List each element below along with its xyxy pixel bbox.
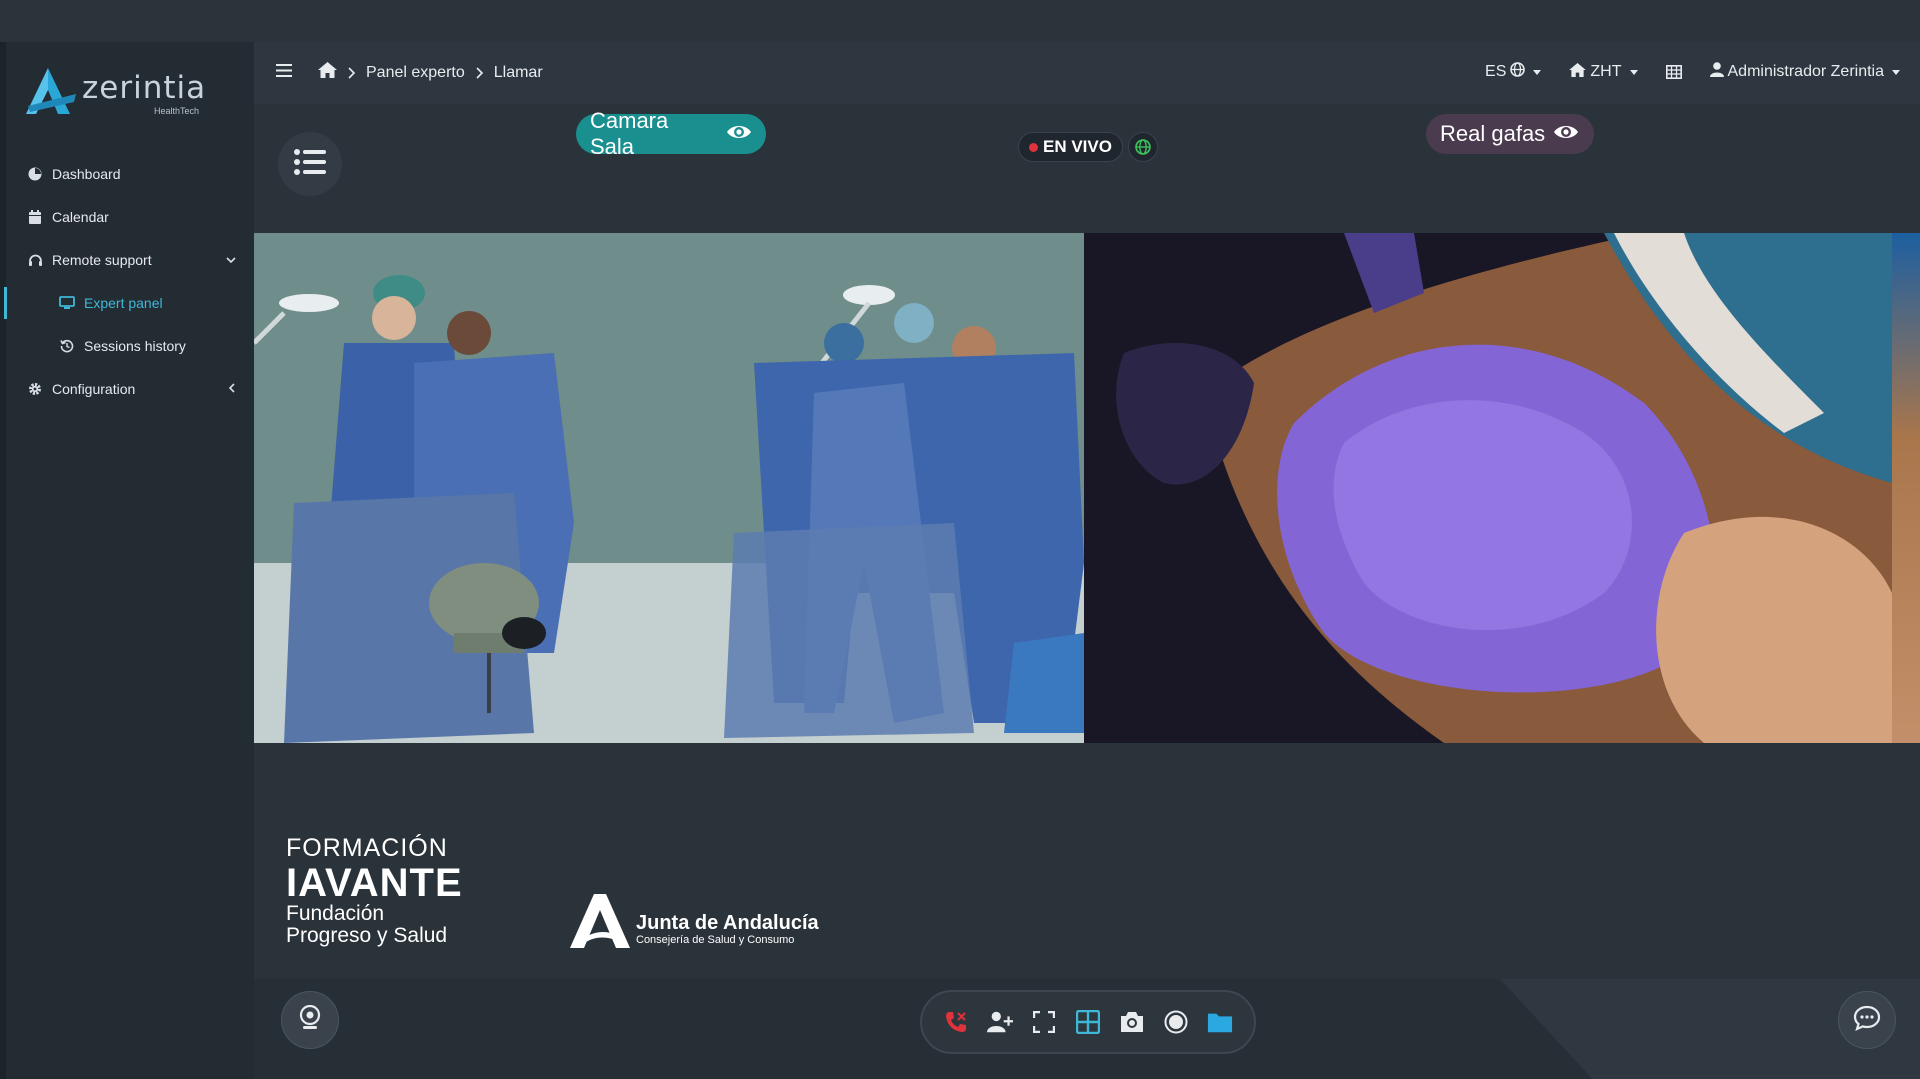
call-toolbar	[920, 990, 1256, 1054]
layout-grid-icon[interactable]	[1075, 1009, 1101, 1035]
sidebar-item-sessions-history[interactable]: Sessions history	[6, 324, 254, 367]
junta-title: Junta de Andalucía	[636, 912, 819, 934]
calendar-icon	[26, 208, 44, 226]
top-header: Panel experto Llamar ES ZHT Administrado…	[254, 42, 1920, 104]
history-icon	[58, 337, 76, 355]
webcam-button[interactable]	[281, 991, 339, 1049]
hang-up-icon[interactable]	[943, 1009, 969, 1035]
monitor-icon	[58, 294, 76, 312]
junta-a-logo-icon	[570, 894, 630, 948]
user-name: Administrador Zerintia	[1727, 63, 1885, 80]
iavante-logo: FORMACIÓN IAVANTE Fundación Progreso y S…	[286, 834, 463, 947]
chevron-left-icon	[228, 380, 236, 396]
zerintia-logo-icon	[26, 68, 76, 114]
junta-andalucia-logo: Junta de Andalucía Consejería de Salud y…	[570, 894, 819, 948]
menu-toggle-icon[interactable]	[276, 64, 292, 82]
sidebar-item-remote-support[interactable]: Remote support	[6, 238, 254, 281]
header-actions: ES ZHT Administrador Zerintia	[1485, 62, 1900, 82]
globe-icon	[1510, 62, 1526, 82]
top-strip	[0, 0, 1920, 42]
sidebar-item-label: Expert panel	[84, 294, 163, 311]
stream-label-camara-sala[interactable]: Camara Sala	[576, 108, 766, 159]
stream-label-text: Real gafas	[1440, 121, 1546, 146]
user-menu[interactable]: Administrador Zerintia	[1709, 62, 1900, 82]
caret-down-icon	[1533, 69, 1542, 75]
sidebar-item-calendar[interactable]: Calendar	[6, 195, 254, 238]
home-icon	[1569, 62, 1587, 82]
iavante-line3: Fundación	[286, 902, 385, 925]
stream-label-real-gafas[interactable]: Real gafas	[1426, 114, 1594, 154]
sidebar-item-label: Dashboard	[52, 165, 121, 182]
sidebar-item-label: Remote support	[52, 251, 152, 268]
breadcrumb: Panel experto Llamar	[318, 62, 543, 83]
chevron-right-icon	[348, 66, 355, 79]
logo-name: zerintia	[82, 70, 207, 106]
eye-icon	[1553, 121, 1579, 147]
video-feed-real-gafas[interactable]	[1084, 233, 1892, 743]
caret-down-icon	[1892, 69, 1900, 75]
iavante-line4: Progreso y Salud	[286, 924, 448, 947]
live-indicator: EN VIVO	[1018, 132, 1123, 162]
list-icon	[294, 148, 326, 180]
breadcrumb-current: Llamar	[493, 63, 543, 81]
chevron-down-icon	[226, 251, 236, 267]
site-label: ZHT	[1590, 63, 1622, 80]
folder-icon[interactable]	[1207, 1009, 1233, 1035]
webcam-icon	[299, 1004, 321, 1036]
caret-down-icon	[1629, 69, 1638, 75]
iavante-line2: IAVANTE	[286, 861, 463, 905]
participants-list-button[interactable]	[278, 132, 342, 196]
sidebar-item-label: Configuration	[52, 380, 136, 397]
add-user-icon[interactable]	[987, 1009, 1013, 1035]
grid-table-icon[interactable]	[1665, 65, 1682, 79]
sidebar-item-expert-panel[interactable]: Expert panel	[4, 281, 254, 324]
record-icon[interactable]	[1163, 1009, 1189, 1035]
sidebar-item-configuration[interactable]: Configuration	[6, 367, 254, 410]
sidebar: zerintia HealthTech Dashboard Calendar R…	[0, 42, 254, 1079]
breadcrumb-link-panel-experto[interactable]: Panel experto	[366, 64, 465, 82]
video-feed-camara-sala[interactable]	[254, 233, 1084, 743]
live-dot-icon	[1029, 142, 1038, 152]
operating-room-video-image	[254, 233, 1084, 743]
camera-snapshot-icon[interactable]	[1119, 1009, 1145, 1035]
site-dropdown[interactable]: ZHT	[1569, 62, 1638, 82]
chat-button[interactable]	[1838, 991, 1896, 1049]
live-label: EN VIVO	[1043, 137, 1112, 156]
sidebar-item-dashboard[interactable]: Dashboard	[6, 152, 254, 195]
language-label: ES	[1485, 63, 1507, 80]
iavante-line1: FORMACIÓN	[286, 834, 448, 862]
headset-icon	[26, 251, 44, 269]
home-icon[interactable]	[318, 62, 337, 83]
language-dropdown[interactable]: ES	[1485, 62, 1542, 82]
network-status-icon[interactable]	[1128, 132, 1158, 162]
gear-icon	[26, 380, 44, 398]
eye-icon	[726, 121, 752, 147]
chevron-right-icon	[476, 66, 483, 79]
sidebar-item-label: Sessions history	[84, 337, 186, 354]
fullscreen-icon[interactable]	[1031, 1009, 1057, 1035]
user-icon	[1709, 62, 1724, 82]
sidebar-item-label: Calendar	[52, 208, 109, 225]
junta-subtitle: Consejería de Salud y Consumo	[636, 934, 795, 946]
video-feed-partial-edge	[1892, 233, 1920, 743]
logo-subtitle: HealthTech	[154, 106, 200, 116]
smart-glasses-video-image	[1084, 233, 1892, 743]
app-logo[interactable]: zerintia HealthTech	[26, 66, 206, 122]
stream-label-text: Camara Sala	[590, 108, 669, 159]
sidebar-nav: Dashboard Calendar Remote support Expert…	[4, 152, 254, 410]
dashboard-icon	[26, 165, 44, 183]
chat-icon	[1853, 1005, 1881, 1036]
